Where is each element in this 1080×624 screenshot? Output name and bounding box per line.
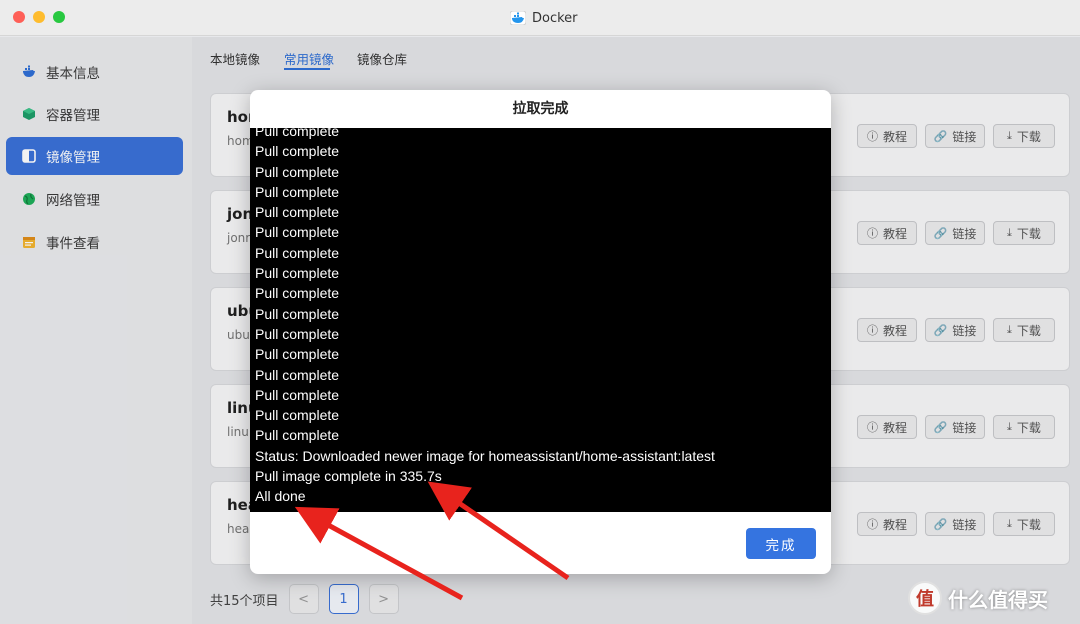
watermark-logo: 值: [908, 581, 942, 615]
watermark-text: 什么值得买: [948, 587, 1048, 612]
terminal-line: Pull complete: [255, 143, 340, 160]
zoom-window-button[interactable]: [53, 11, 65, 23]
terminal-line: All done: [255, 488, 306, 505]
title-bar: Docker: [0, 0, 1080, 36]
terminal-line: Pull image complete in 335.7s: [255, 468, 442, 485]
terminal-line: Pull complete: [255, 407, 340, 424]
terminal-line: Pull complete: [255, 163, 340, 180]
done-button[interactable]: 完成: [746, 528, 816, 559]
window-title: Docker: [510, 8, 578, 28]
close-window-button[interactable]: [13, 11, 25, 23]
minimize-window-button[interactable]: [33, 11, 45, 23]
terminal-line: Pull complete: [255, 346, 340, 363]
terminal-line: Pull complete: [255, 427, 340, 444]
terminal-line: Pull complete: [255, 244, 340, 261]
terminal-lines: Pull complete Pull complete Pull complete P…: [255, 128, 715, 507]
terminal-line: Pull complete: [255, 305, 340, 322]
terminal-line: Pull complete: [255, 224, 340, 241]
terminal-line: Pull complete: [255, 265, 340, 282]
pull-complete-dialog: 拉取完成 Pull complete Pull complete Pull comp…: [250, 90, 831, 574]
terminal-line: Status: Downloaded newer image for homea…: [255, 447, 715, 464]
terminal-line: Pull complete: [255, 325, 340, 342]
dialog-title: 拉取完成: [512, 101, 569, 117]
terminal-line: Pull complete: [255, 128, 340, 139]
terminal-line: Pull complete: [255, 285, 340, 302]
terminal-output[interactable]: Pull complete Pull complete Pull complete P…: [250, 128, 831, 512]
terminal-line: Pull complete: [255, 366, 340, 383]
docker-whale-icon: [510, 11, 526, 25]
window-title-text: Docker: [532, 10, 578, 26]
terminal-line: Pull complete: [255, 386, 340, 403]
watermark: 值 什么值得买: [908, 578, 1076, 618]
terminal-line: Pull complete: [255, 204, 340, 221]
terminal-line: Pull complete: [255, 183, 340, 200]
